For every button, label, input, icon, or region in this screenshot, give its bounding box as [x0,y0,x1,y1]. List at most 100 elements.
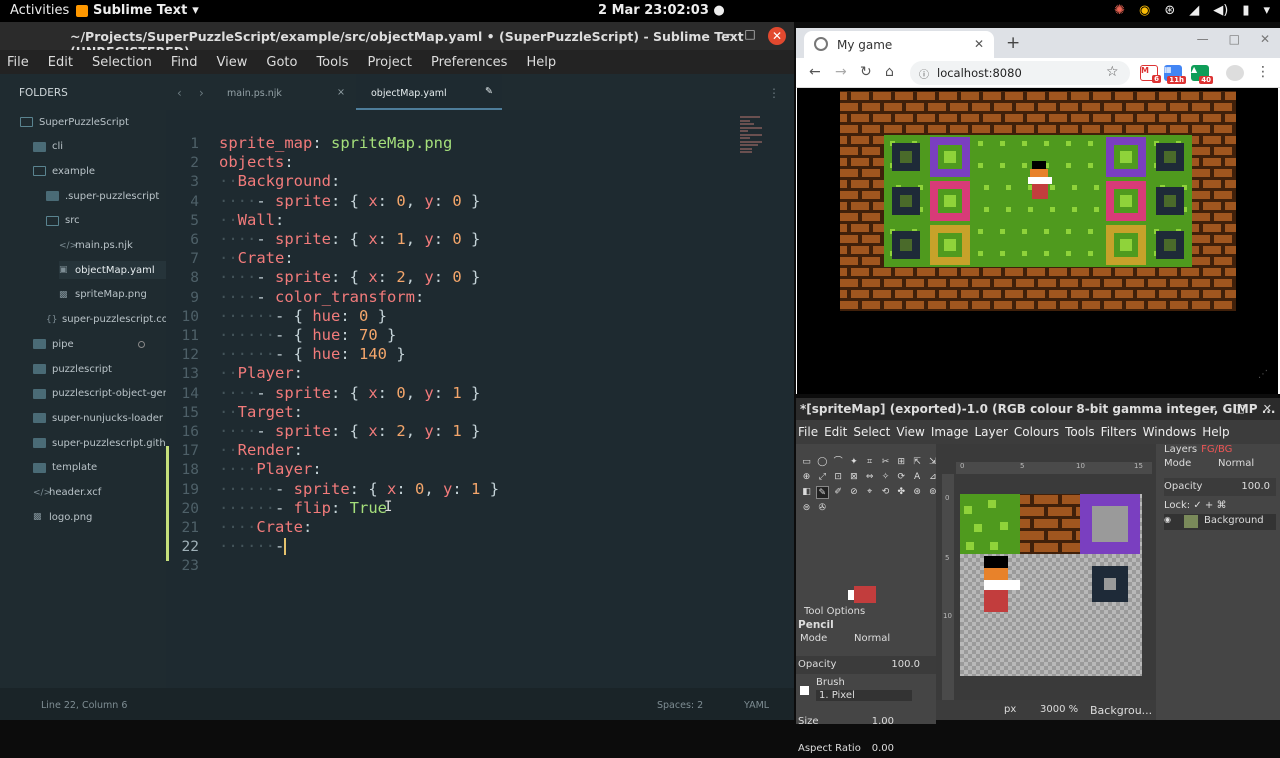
gimp-tool-icon[interactable]: ⊘ [847,486,860,499]
minimize-button[interactable]: — [1197,32,1209,46]
home-icon[interactable]: ⌂ [885,64,894,80]
sidebar-item[interactable]: puzzlescript [33,360,112,378]
calendar-extension-icon[interactable]: ▦ 11h [1164,65,1186,84]
clock[interactable]: 2 Mar 23:02:03 ● [598,3,725,18]
gimp-menu-layer[interactable]: Layer [974,425,1007,439]
layer-mode-value[interactable]: Normal [1218,458,1254,469]
foreground-color-swatch[interactable] [854,586,876,603]
mode-value[interactable]: Normal [854,633,890,644]
gimp-tool-icon[interactable]: ⊕ [800,471,813,484]
gimp-tool-icon[interactable]: ▭ [800,456,813,469]
reload-icon[interactable]: ↻ [860,64,872,80]
gimp-menu-windows[interactable]: Windows [1143,425,1197,439]
menu-view[interactable]: View [217,55,248,70]
lock-icons[interactable]: ✓ + ⌘ [1193,500,1226,511]
menu-file[interactable]: File [7,55,29,70]
gimp-tool-icon[interactable]: ⌒ [832,456,845,469]
system-tray[interactable]: ✺ ◉ ⊛ ◢ ◀) ▮ ▾ [1114,3,1270,18]
unit-selector[interactable]: px [1004,704,1016,715]
menu-goto[interactable]: Goto [266,55,297,70]
gimp-tool-icon[interactable]: ✧ [879,471,892,484]
gimp-tool-icon[interactable]: ◯ [816,456,829,469]
menu-edit[interactable]: Edit [48,55,73,70]
gmail-extension-icon[interactable]: M6 [1140,65,1161,83]
gimp-menu-edit[interactable]: Edit [824,425,847,439]
game-canvas[interactable]: ⋰ [797,88,1278,394]
address-bar[interactable]: ⓘ localhost:8080 [910,61,1130,85]
gimp-tool-icon[interactable]: ⤢ [816,471,829,484]
menu-tools[interactable]: Tools [316,55,348,70]
activities-button[interactable]: Activities [10,3,69,18]
sidebar-item[interactable]: cli [33,138,63,156]
sidebar-item[interactable]: ▣ objectMap.yaml [59,261,166,280]
layers-tab[interactable]: Layers [1164,444,1197,455]
sidebar-item[interactable]: pipe [33,335,145,353]
gimp-tool-icon[interactable]: ✎ [815,486,829,500]
battery-icon[interactable]: ▮ [1242,3,1249,18]
gimp-tool-icon[interactable]: A [911,471,924,484]
gimp-tool-icon[interactable]: ◧ [800,486,813,499]
gimp-image-window[interactable]: 0 5 10 15 0 5 10 [936,444,1156,720]
steam-tray-icon[interactable]: ⊛ [1164,3,1175,18]
layer-item-background[interactable]: ◉ Background [1164,514,1276,530]
gimp-tool-icon[interactable]: ⊡ [832,471,845,484]
gimp-tool-icon[interactable]: ⇱ [911,456,924,469]
new-tab-button[interactable]: + [1006,33,1020,53]
gimp-tool-icon[interactable]: ⊞ [895,456,908,469]
maximize-button[interactable]: □ [1234,402,1244,415]
gimp-tool-icon[interactable]: ⟳ [895,471,908,484]
gimp-tool-icon[interactable]: ⌖ [863,486,876,499]
chrome-menu-icon[interactable]: ⋮ [1256,64,1270,80]
menu-preferences[interactable]: Preferences [431,55,507,70]
gimp-menu-view[interactable]: View [896,425,924,439]
wifi-icon[interactable]: ◢ [1189,3,1199,18]
site-info-icon[interactable]: ⓘ [919,66,929,81]
gimp-tool-icon[interactable]: ⌗ [863,456,876,469]
resize-handle-icon[interactable]: ⋰ [1258,369,1268,380]
size-slider[interactable]: Size 1.00 [796,713,936,731]
tab-main-ps-njk[interactable]: main.ps.njk × [216,74,351,110]
syntax-selector[interactable]: YAML [744,700,769,711]
layer-mode-row[interactable]: Mode Normal [1164,458,1276,469]
sidebar-item[interactable]: SuperPuzzleScript [20,113,129,131]
visibility-eye-icon[interactable]: ◉ [1164,515,1171,524]
chrome-tab[interactable]: My game ✕ [804,31,994,58]
gimp-menu-file[interactable]: File [798,425,818,439]
sidebar-item[interactable]: super-puzzlescript.github.io [33,434,166,452]
close-button[interactable]: ✕ [1260,32,1270,46]
tab-next-icon[interactable]: › [199,86,204,100]
sidebar-item[interactable]: </> header.xcf [33,484,101,502]
zoom-selector[interactable]: 3000 % [1040,704,1078,715]
menu-selection[interactable]: Selection [92,55,152,70]
brush-row[interactable]: Brush 1. Pixel [796,676,936,706]
gimp-menu-select[interactable]: Select [853,425,890,439]
tab-overflow-icon[interactable]: ⋮ [768,86,780,100]
gimp-tool-icon[interactable]: ✂ [879,456,892,469]
menu-find[interactable]: Find [171,55,198,70]
gimp-menu-colours[interactable]: Colours [1014,425,1059,439]
gimp-tool-icon[interactable]: ⊛ [911,486,924,499]
gimp-menu-filters[interactable]: Filters [1101,425,1137,439]
opacity-slider[interactable]: Opacity 100.0 [796,656,936,674]
indentation-setting[interactable]: Spaces: 2 [657,700,703,711]
brush-value[interactable]: 1. Pixel [816,690,912,701]
close-button[interactable]: ✕ [1263,402,1272,415]
tray-app-icon[interactable]: ✺ [1114,3,1125,18]
sidebar-item[interactable]: {} super-puzzlescript.config [46,311,166,329]
chrome-tray-icon[interactable]: ◉ [1139,3,1150,18]
gimp-tool-icon[interactable]: ✐ [832,486,845,499]
sidebar-item[interactable]: ▩ spriteMap.png [59,286,147,304]
gimp-tool-icon[interactable]: ⇔ [863,471,876,484]
sidebar-item[interactable]: example [33,162,95,180]
code-editor[interactable]: 1 sprite_map: spriteMap.png 2 objects: 3 ··Ba… [166,110,794,688]
fg-bg-tab[interactable]: FG/BG [1201,444,1232,455]
sidebar-item[interactable]: super-nunjucks-loader [33,409,166,427]
menu-project[interactable]: Project [367,55,411,70]
sidebar-item[interactable]: .super-puzzlescript [46,187,159,205]
volume-icon[interactable]: ◀) [1213,3,1228,18]
minimize-button[interactable]: — [1205,402,1216,415]
gimp-tool-icon[interactable]: ✦ [847,456,860,469]
gimp-tool-icon[interactable]: ✇ [816,502,829,515]
gimp-tool-icon[interactable]: ⊜ [800,502,813,515]
tab-close-icon[interactable]: × [337,87,345,98]
